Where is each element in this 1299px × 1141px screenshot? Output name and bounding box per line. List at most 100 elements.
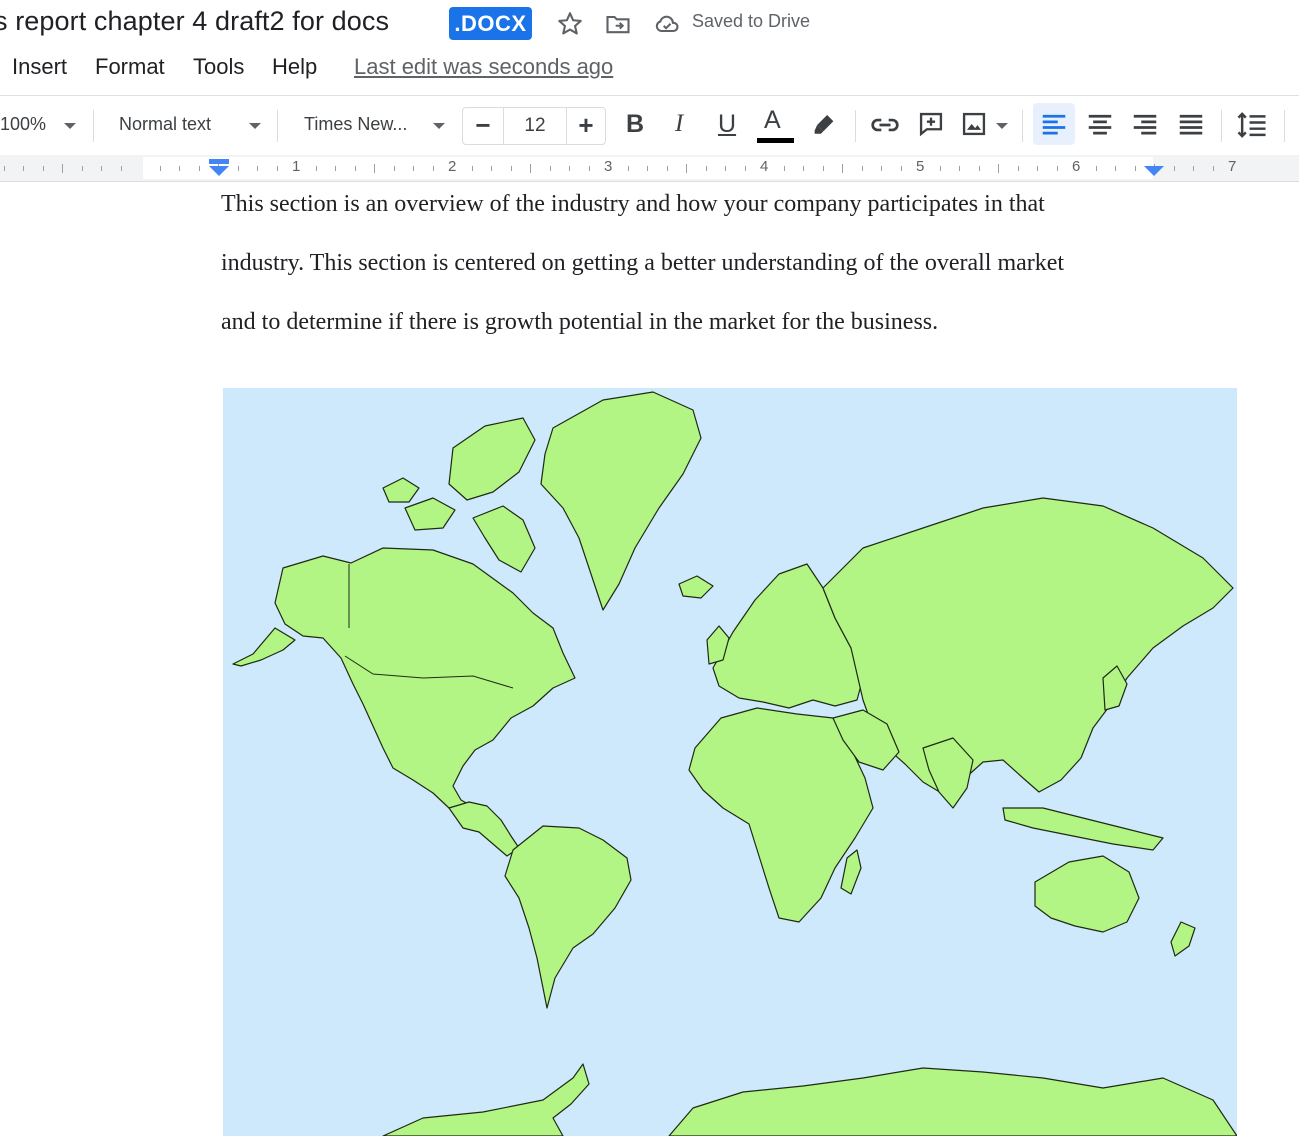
paragraph-style-select[interactable]: Normal text [119, 114, 211, 135]
ruler-tick [1115, 165, 1116, 171]
line-spacing-icon[interactable] [1236, 110, 1266, 140]
ruler-tick [783, 165, 785, 171]
ruler-tick [257, 165, 258, 171]
world-map-image[interactable] [223, 388, 1237, 1136]
insert-image-icon[interactable] [960, 110, 990, 140]
text-color-swatch [757, 138, 794, 143]
ruler-tick [335, 165, 336, 171]
ruler-tick [530, 163, 531, 173]
link-icon[interactable] [869, 110, 899, 140]
ruler-tick [62, 163, 63, 173]
document-title[interactable]: s report chapter 4 draft2 for docs [0, 6, 389, 37]
ruler-tick [1173, 165, 1175, 171]
move-to-folder-icon[interactable] [604, 10, 632, 38]
ruler-number: 5 [916, 158, 925, 175]
ruler-tick [393, 165, 395, 171]
ruler-number: 3 [604, 158, 613, 175]
ruler-tick [861, 165, 863, 171]
ruler-tick [3, 165, 5, 171]
ruler-tick [686, 163, 687, 173]
separator [277, 110, 278, 142]
ruler-tick [1017, 165, 1019, 171]
cloud-done-icon [653, 10, 681, 38]
menu-tools[interactable]: Tools [193, 54, 244, 80]
separator [1221, 110, 1222, 142]
menu-insert[interactable]: Insert [12, 54, 67, 80]
separator [93, 110, 94, 142]
right-margin-marker-icon[interactable] [1143, 165, 1165, 177]
paragraph-line[interactable]: industry. This section is centered on ge… [221, 250, 1064, 277]
decrease-font-size-button[interactable]: − [463, 108, 503, 144]
font-select[interactable]: Times New... [304, 114, 407, 135]
ruler-tick [23, 165, 24, 171]
ruler-tick [315, 165, 317, 171]
ruler-tick [1095, 165, 1097, 171]
ruler-number: 1 [292, 158, 301, 175]
ruler-tick [413, 165, 414, 171]
ruler-tick [647, 165, 648, 171]
ruler[interactable]: 1 2 3 4 5 6 7 [0, 155, 1299, 182]
ruler-tick [549, 165, 551, 171]
separator [1284, 110, 1285, 142]
ruler-tick [803, 165, 804, 171]
star-icon[interactable] [556, 10, 584, 38]
ruler-tick [198, 165, 200, 171]
ruler-tick [822, 165, 824, 171]
chevron-down-icon[interactable] [249, 123, 261, 129]
ruler-tick [842, 163, 843, 173]
ruler-tick [881, 165, 882, 171]
highlight-icon[interactable] [809, 110, 839, 140]
ruler-tick [569, 165, 570, 171]
indent-marker-icon[interactable] [207, 159, 231, 177]
ruler-tick [491, 165, 492, 171]
ruler-tick [1056, 165, 1058, 171]
zoom-select[interactable]: 100% [0, 114, 46, 135]
menu-format[interactable]: Format [95, 54, 165, 80]
bold-button[interactable]: B [626, 110, 644, 139]
underline-button[interactable]: U [718, 110, 736, 139]
ruler-number: 4 [760, 158, 769, 175]
ruler-tick [276, 165, 278, 171]
ruler-tick [1193, 165, 1194, 171]
ruler-tick [1134, 165, 1136, 171]
paragraph-line[interactable]: and to determine if there is growth pote… [221, 309, 938, 336]
align-justify-icon[interactable] [1176, 110, 1206, 140]
ruler-tick [705, 165, 707, 171]
ruler-tick [101, 165, 102, 171]
ruler-number: 2 [448, 158, 457, 175]
chevron-down-icon[interactable] [64, 123, 76, 129]
ruler-tick [627, 165, 629, 171]
last-edit-link[interactable]: Last edit was seconds ago [354, 54, 613, 80]
saved-status: Saved to Drive [692, 11, 811, 31]
ruler-tick [939, 165, 941, 171]
text-color-button[interactable]: A [764, 106, 781, 135]
ruler-tick [432, 165, 434, 171]
ruler-tick [471, 165, 473, 171]
ruler-tick [510, 165, 512, 171]
align-center-icon[interactable] [1085, 110, 1115, 140]
menu-help[interactable]: Help [272, 54, 317, 80]
ruler-tick [120, 165, 122, 171]
separator [1022, 110, 1023, 142]
ruler-tick [1037, 165, 1038, 171]
chevron-down-icon[interactable] [433, 123, 445, 129]
ruler-tick [959, 165, 960, 171]
ruler-tick [666, 165, 668, 171]
font-size-input[interactable]: 12 [503, 108, 567, 144]
ruler-tick [374, 163, 375, 173]
ruler-tick [1212, 165, 1214, 171]
increase-font-size-button[interactable]: + [566, 108, 606, 144]
align-left-icon[interactable] [1039, 110, 1069, 140]
ruler-tick [237, 165, 239, 171]
italic-button[interactable]: I [675, 110, 683, 138]
add-comment-icon[interactable] [917, 110, 947, 140]
ruler-tick [42, 165, 44, 171]
paragraph-line[interactable]: This section is an overview of the indus… [221, 191, 1045, 218]
chevron-down-icon[interactable] [996, 123, 1008, 129]
ruler-tick [179, 165, 180, 171]
ruler-tick [978, 165, 980, 171]
ruler-tick [159, 165, 161, 171]
ruler-tick [725, 165, 726, 171]
align-right-icon[interactable] [1130, 110, 1160, 140]
file-type-badge: .DOCX [449, 7, 532, 40]
